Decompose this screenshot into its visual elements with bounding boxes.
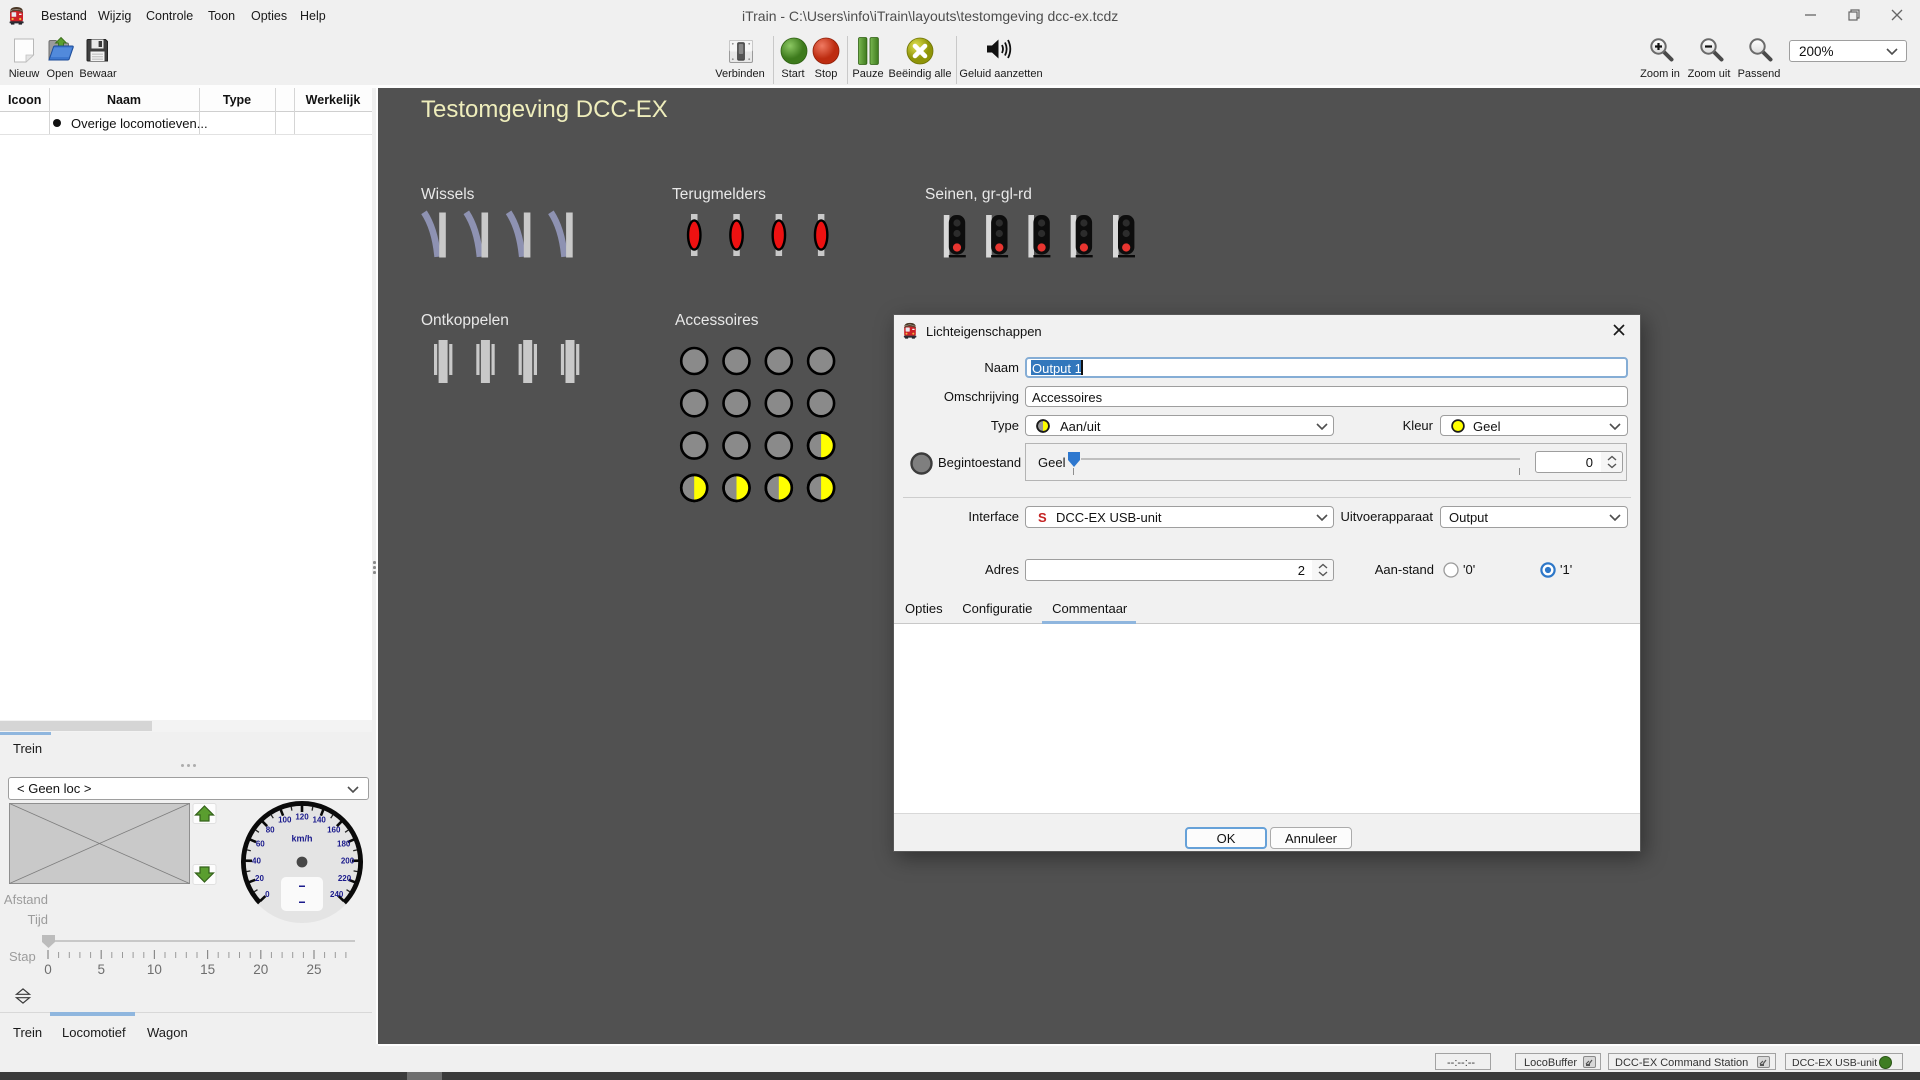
svg-text:100: 100	[278, 816, 292, 825]
svg-text:60: 60	[256, 840, 265, 849]
svg-text:220: 220	[338, 874, 352, 883]
svg-text:25: 25	[306, 962, 321, 977]
svg-text:km/h: km/h	[291, 834, 312, 844]
svg-text:15: 15	[200, 962, 215, 977]
svg-text:140: 140	[313, 816, 327, 825]
svg-text:80: 80	[266, 825, 275, 834]
svg-text:160: 160	[327, 825, 341, 834]
svg-text:180: 180	[337, 840, 351, 849]
svg-text:120: 120	[295, 812, 309, 821]
svg-text:200: 200	[341, 857, 355, 866]
svg-text:40: 40	[252, 857, 261, 866]
svg-text:0: 0	[44, 962, 52, 977]
svg-text:10: 10	[147, 962, 162, 977]
svg-text:240: 240	[330, 890, 344, 899]
svg-text:0: 0	[265, 890, 270, 899]
svg-text:20: 20	[255, 874, 264, 883]
svg-text:5: 5	[97, 962, 105, 977]
svg-text:20: 20	[253, 962, 268, 977]
